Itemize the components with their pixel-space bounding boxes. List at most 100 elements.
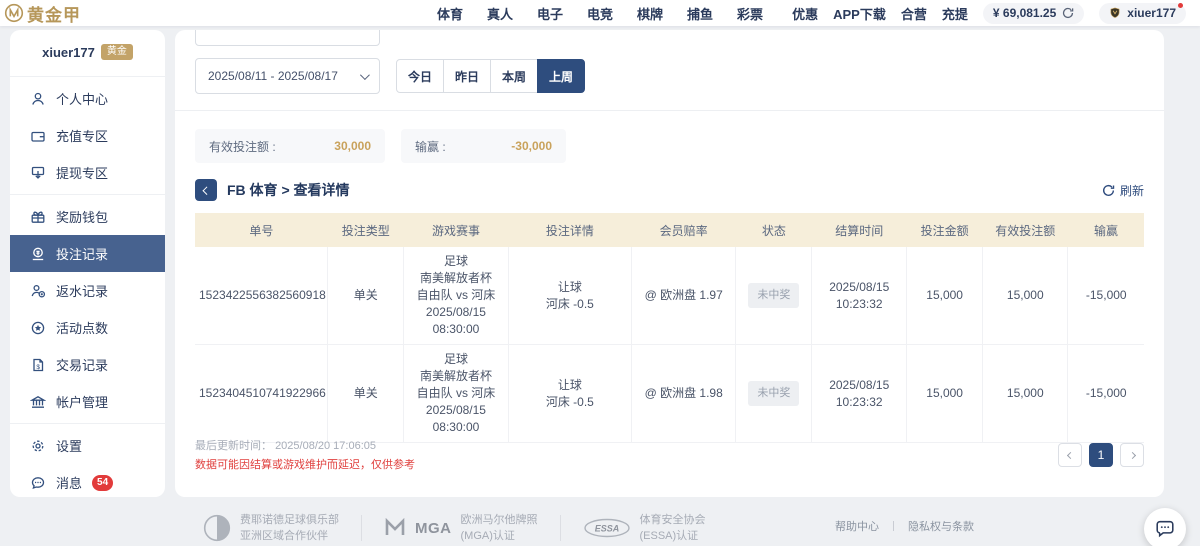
vip-level-badge: 黄金 xyxy=(101,44,133,60)
last-update-value: 2025/08/20 17:06:05 xyxy=(275,440,376,452)
cell-bet-type: 单关 xyxy=(328,247,404,345)
partner-mga: MGA 欧洲马尔他牌照 (MGA)认证 xyxy=(384,512,538,544)
summary-row: 有效投注额 : 30,000 输赢 : -30,000 xyxy=(195,129,1144,163)
cell-match: 足球 南美解放者杯 自由队 vs 河床 2025/08/15 08:30:00 xyxy=(404,247,508,345)
sidebar-divider xyxy=(10,194,165,195)
user-menu[interactable]: xiuer177 xyxy=(1099,3,1186,24)
platform-select-cutoff[interactable] xyxy=(195,30,380,46)
quick-yesterday-button[interactable]: 昨日 xyxy=(443,59,491,93)
quick-lastweek-button[interactable]: 上周 xyxy=(537,59,585,93)
sidebar-item-rebate-records[interactable]: 返水记录 xyxy=(10,272,165,309)
sidebar-item-settings[interactable]: 设置 xyxy=(10,427,165,464)
sidebar-item-withdraw[interactable]: 提现专区 xyxy=(10,154,165,191)
privacy-terms-link[interactable]: 隐私权与条款 xyxy=(908,518,974,534)
link-affiliate[interactable]: 合营 xyxy=(901,4,927,23)
nav-fishing[interactable]: 捕鱼 xyxy=(687,4,713,23)
nav-slots[interactable]: 电子 xyxy=(537,4,563,23)
chat-bubble-icon xyxy=(30,475,46,491)
help-center-link[interactable]: 帮助中心 xyxy=(835,518,879,534)
detail-title: FB 体育 > 查看详情 xyxy=(227,180,350,200)
table-row: 1523404510741922966 单关 足球 南美解放者杯 自由队 vs … xyxy=(195,345,1144,443)
section-divider xyxy=(175,110,1164,111)
detail-header: FB 体育 > 查看详情 刷新 xyxy=(195,179,1144,201)
quick-date-group: 今日 昨日 本周 上周 xyxy=(396,59,585,93)
cell-status: 未中奖 xyxy=(736,345,812,443)
brand-logo-icon xyxy=(4,3,24,23)
sidebar-divider xyxy=(10,423,165,424)
cell-valid-amount: 15,000 xyxy=(983,247,1068,345)
table-row: 1523422556382560918 单关 足球 南美解放者杯 自由队 vs … xyxy=(195,247,1144,345)
cell-bet-amount: 15,000 xyxy=(907,345,983,443)
chevron-left-icon xyxy=(202,186,210,194)
partner-essa: ESSA 体育安全协会 (ESSA)认证 xyxy=(583,512,706,544)
cell-settle-time: 2025/08/15 10:23:32 xyxy=(812,247,907,345)
cell-winloss: -15,000 xyxy=(1068,345,1144,443)
sidebar-item-messages[interactable]: 消息 54 xyxy=(10,464,165,501)
chevron-down-icon xyxy=(360,70,370,80)
club-crest-icon xyxy=(203,514,231,542)
gear-icon xyxy=(30,438,46,454)
nav-lottery[interactable]: 彩票 xyxy=(737,4,763,23)
customer-service-button[interactable] xyxy=(1144,508,1186,546)
sidebar-item-personal-center[interactable]: 个人中心 xyxy=(10,80,165,117)
essa-logo-icon: ESSA xyxy=(583,518,631,538)
cell-odds: @ 欧洲盘 1.98 xyxy=(632,345,736,443)
mga-mark-icon xyxy=(384,518,406,538)
cell-bet-detail: 让球 河床 -0.5 xyxy=(508,345,631,443)
chat-fab-icon xyxy=(1154,518,1176,540)
col-bet-type: 投注类型 xyxy=(328,213,404,247)
cell-order-no: 1523422556382560918 xyxy=(195,247,328,345)
prev-page-button[interactable] xyxy=(1058,443,1082,467)
nav-chess[interactable]: 棋牌 xyxy=(637,4,663,23)
sidebar-username: xiuer177 xyxy=(42,45,95,60)
balance-pill[interactable]: ¥ 69,081.25 xyxy=(983,3,1084,24)
sidebar-item-bet-records[interactable]: 投注记录 xyxy=(10,235,165,272)
date-range-select[interactable]: 2025/08/11 - 2025/08/17 xyxy=(195,58,380,94)
cell-valid-amount: 15,000 xyxy=(983,345,1068,443)
quick-thisweek-button[interactable]: 本周 xyxy=(490,59,538,93)
nav-live[interactable]: 真人 xyxy=(487,4,513,23)
topbar-right: 优惠 APP下载 合营 充提 ¥ 69,081.25 xiuer177 xyxy=(792,3,1186,24)
message-count-badge: 54 xyxy=(92,475,113,491)
col-settle-time: 结算时间 xyxy=(812,213,907,247)
delay-warning: 数据可能因结算或游戏维护而延迟，仅供参考 xyxy=(195,456,415,475)
footer-link-divider xyxy=(893,521,894,531)
link-app-download[interactable]: APP下载 xyxy=(833,4,886,23)
sidebar-item-deposit[interactable]: 充值专区 xyxy=(10,117,165,154)
brand-logo[interactable]: 黄金甲 xyxy=(4,1,81,26)
sidebar-item-activity-points[interactable]: 活动点数 xyxy=(10,309,165,346)
last-update-line: 最后更新时间： 2025/08/20 17:06:05 xyxy=(195,437,415,456)
sidebar-item-reward-wallet[interactable]: 奖励钱包 xyxy=(10,198,165,235)
cell-status: 未中奖 xyxy=(736,247,812,345)
nav-esports[interactable]: 电竞 xyxy=(587,4,613,23)
person-icon xyxy=(30,91,46,107)
gift-icon xyxy=(30,209,46,225)
link-deposit-withdraw[interactable]: 充提 xyxy=(942,4,968,23)
link-promotions[interactable]: 优惠 xyxy=(792,4,818,23)
refresh-button[interactable]: 刷新 xyxy=(1102,182,1144,199)
pagination: 1 xyxy=(1058,443,1144,467)
nav-sports[interactable]: 体育 xyxy=(437,4,463,23)
quick-today-button[interactable]: 今日 xyxy=(396,59,444,93)
next-page-button[interactable] xyxy=(1120,443,1144,467)
main-content: 2025/08/11 - 2025/08/17 今日 昨日 本周 上周 有效投注… xyxy=(175,30,1164,497)
sidebar-user: xiuer177 黄金 xyxy=(10,44,165,73)
sidebar-item-account-management[interactable]: 帐户管理 xyxy=(10,383,165,420)
transaction-doc-icon: $ xyxy=(30,357,46,373)
status-badge: 未中奖 xyxy=(748,381,799,406)
update-info: 最后更新时间： 2025/08/20 17:06:05 数据可能因结算或游戏维护… xyxy=(195,437,415,475)
sidebar-item-transaction-records[interactable]: $ 交易记录 xyxy=(10,346,165,383)
mga-logo-text: MGA xyxy=(415,520,452,537)
footer-links: 帮助中心 隐私权与条款 xyxy=(835,506,974,534)
main-nav: 体育 真人 电子 电竞 棋牌 捕鱼 彩票 xyxy=(437,4,763,23)
refresh-balance-icon[interactable] xyxy=(1062,7,1074,19)
date-range-value: 2025/08/11 - 2025/08/17 xyxy=(208,69,338,83)
topbar: 黄金甲 体育 真人 电子 电竞 棋牌 捕鱼 彩票 优惠 APP下载 合营 充提 … xyxy=(0,0,1200,26)
back-button[interactable] xyxy=(195,179,217,201)
rebate-icon xyxy=(30,283,46,299)
brand-logo-text: 黄金甲 xyxy=(27,1,81,26)
footer-divider xyxy=(361,515,362,541)
avatar-shield-icon xyxy=(1109,7,1121,19)
col-match: 游戏赛事 xyxy=(404,213,508,247)
page-1-button[interactable]: 1 xyxy=(1089,443,1113,467)
